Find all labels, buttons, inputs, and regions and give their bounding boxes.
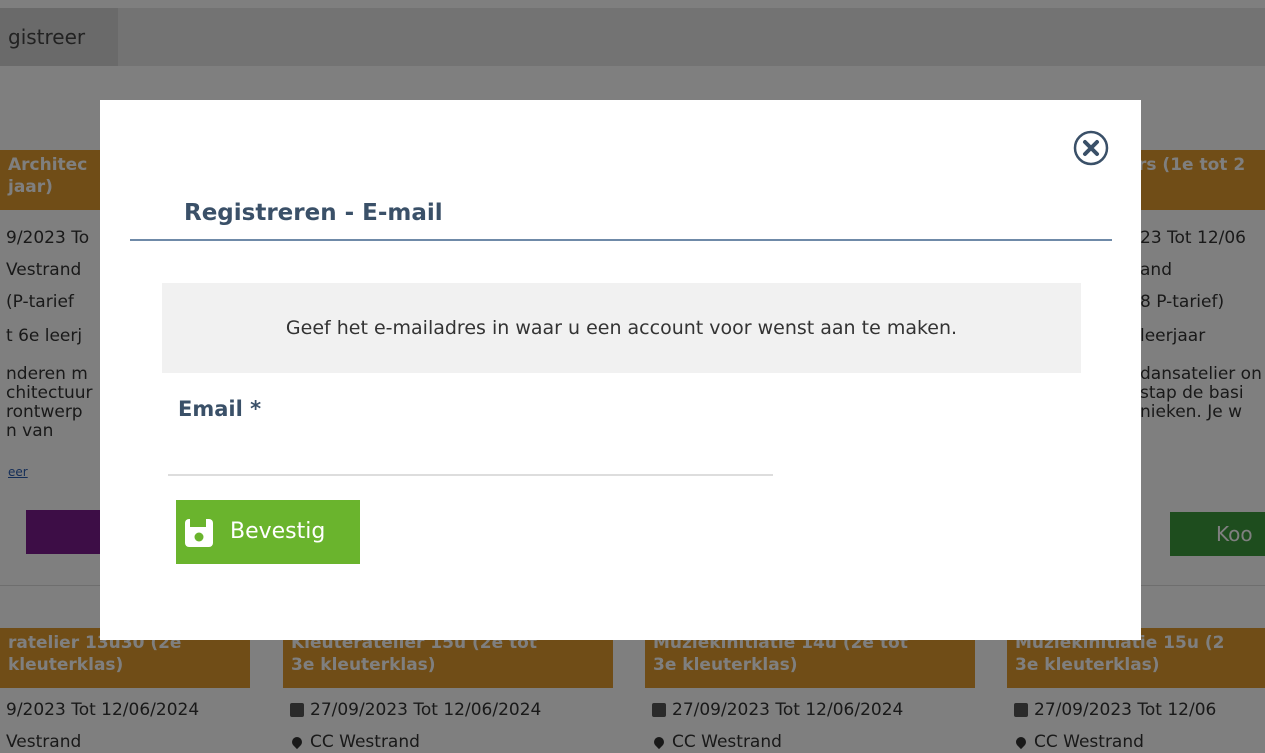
- email-label: Email *: [178, 397, 262, 421]
- register-email-dialog: Registreren - E-mail Geef het e-mailadre…: [100, 100, 1141, 640]
- info-message: Geef het e-mailadres in waar u een accou…: [162, 283, 1081, 373]
- floppy-disk-icon: [185, 519, 213, 547]
- dialog-title: Registreren - E-mail: [184, 200, 443, 226]
- confirm-button[interactable]: Bevestig: [176, 500, 360, 564]
- email-field[interactable]: [168, 438, 773, 476]
- confirm-button-label: Bevestig: [230, 519, 326, 544]
- title-divider: [130, 239, 1112, 241]
- close-icon[interactable]: [1073, 130, 1109, 166]
